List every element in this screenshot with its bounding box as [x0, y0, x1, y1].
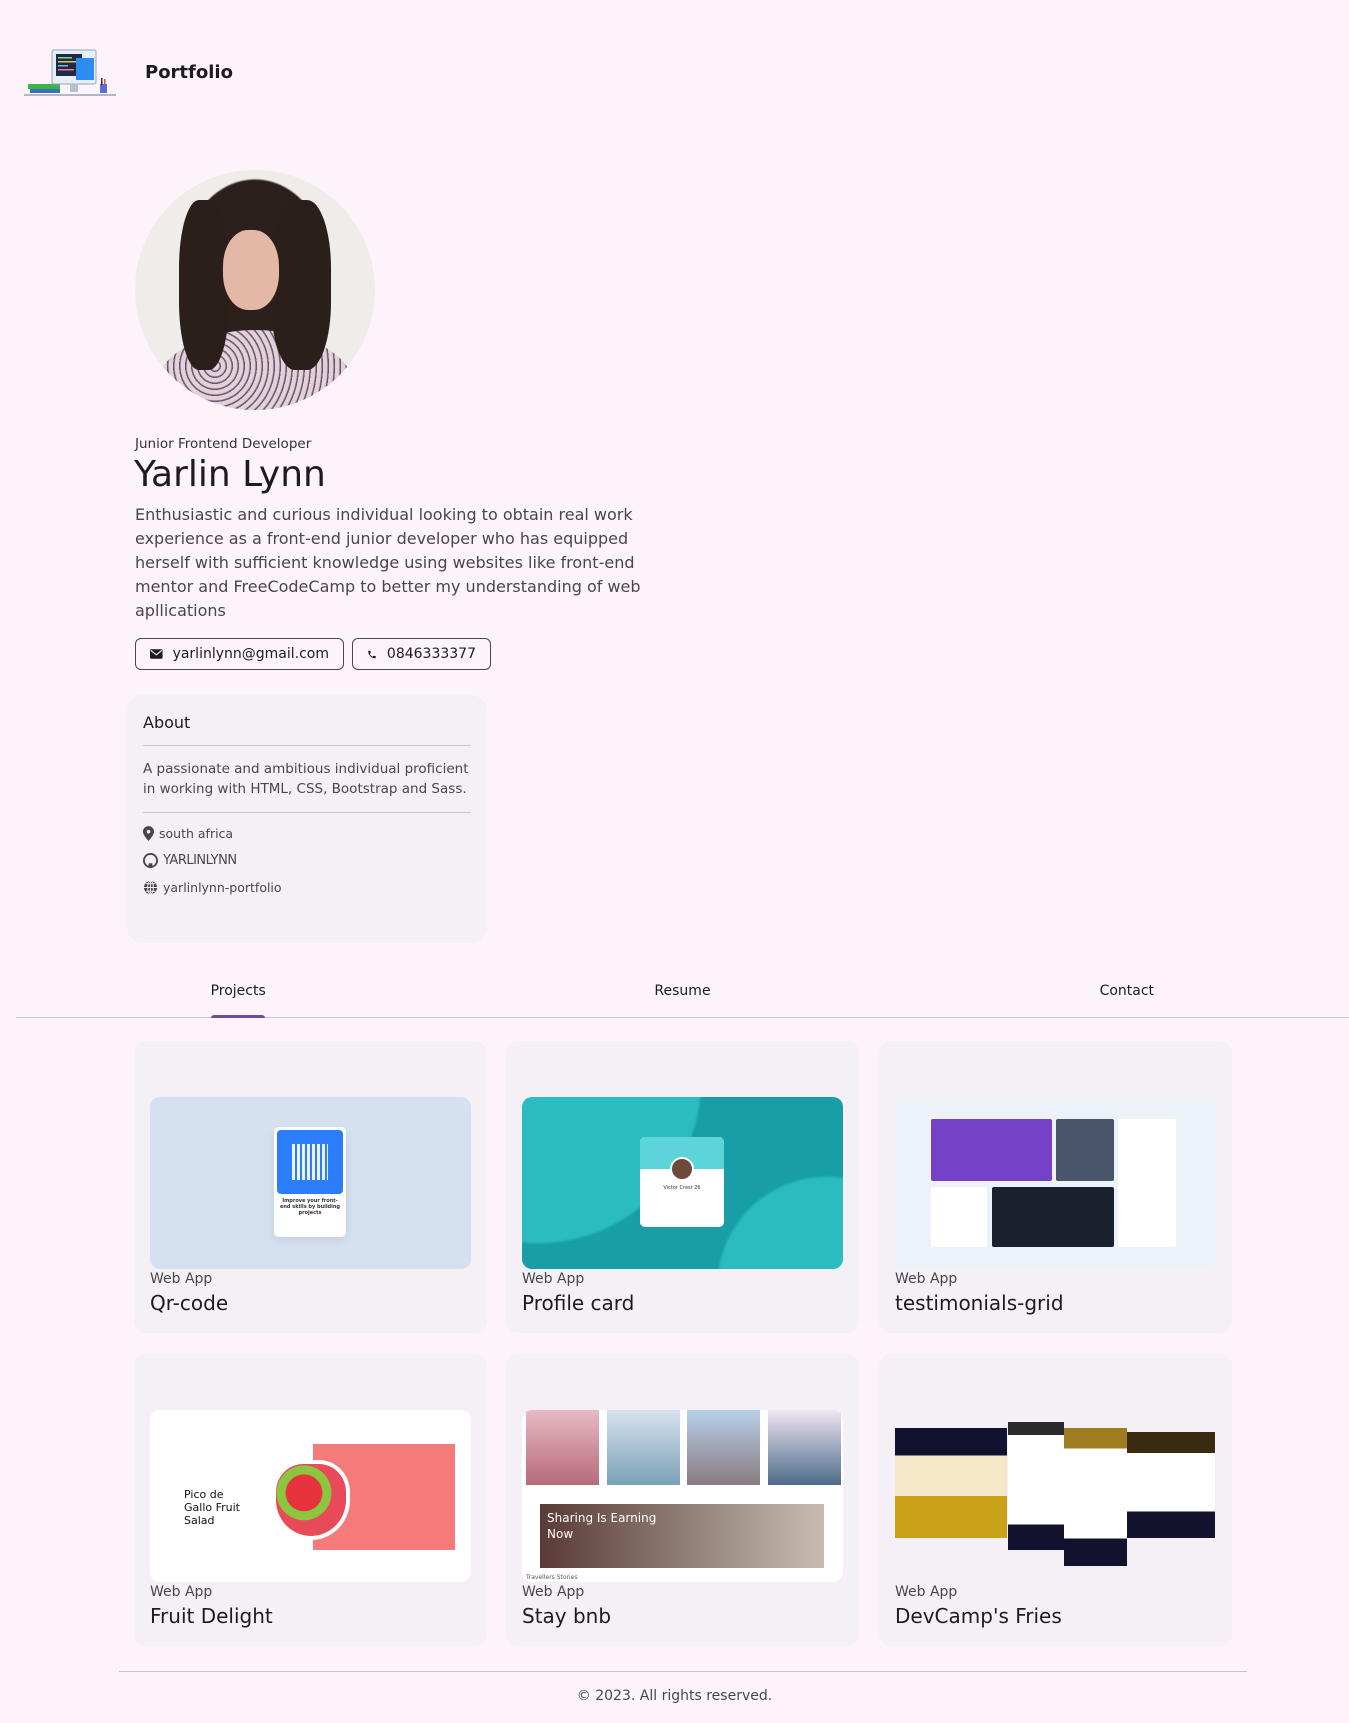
project-title: Profile card: [522, 1291, 635, 1315]
project-title: Fruit Delight: [150, 1604, 273, 1628]
github-link[interactable]: YARLINLYNN: [143, 853, 471, 868]
github-text: YARLINLYNN: [163, 853, 237, 868]
project-card-testimonials-grid[interactable]: Web App testimonials-grid: [879, 1041, 1232, 1333]
tab-resume[interactable]: Resume: [460, 975, 904, 1017]
project-type: Web App: [895, 1271, 958, 1287]
about-card: About A passionate and ambitious individ…: [127, 695, 487, 943]
tab-bar: Projects Resume Contact: [16, 975, 1349, 1018]
logo[interactable]: [24, 46, 116, 98]
project-title: Qr-code: [150, 1291, 229, 1315]
project-type: Web App: [895, 1584, 958, 1600]
location-text: south africa: [159, 826, 234, 841]
project-title: testimonials-grid: [895, 1291, 1064, 1315]
project-type: Web App: [522, 1271, 585, 1287]
project-card-devcamps-fries[interactable]: Web App DevCamp's Fries: [879, 1354, 1232, 1646]
project-thumbnail: [895, 1097, 1216, 1269]
divider: [143, 812, 471, 813]
about-text: A passionate and ambitious individual pr…: [143, 761, 469, 797]
tab-projects[interactable]: Projects: [16, 975, 460, 1017]
profile-name: Yarlin Lynn: [134, 454, 326, 495]
thumb-text: Pico de Gallo Fruit Salad: [184, 1488, 240, 1527]
globe-icon: [143, 880, 158, 895]
brand-title[interactable]: Portfolio: [145, 62, 233, 83]
project-card-stay-bnb[interactable]: Sharing Is Earning Now Travellers Storie…: [506, 1354, 859, 1646]
project-card-profile-card[interactable]: Victor Crest 26 Web App Profile card: [506, 1041, 859, 1333]
github-icon: [143, 853, 158, 868]
project-type: Web App: [522, 1584, 585, 1600]
footer-copyright: © 2023. All rights reserved.: [576, 1688, 773, 1704]
footer-divider: [119, 1671, 1247, 1672]
project-type: Web App: [150, 1271, 213, 1287]
project-thumbnail: Improve your front-end skills by buildin…: [150, 1097, 471, 1269]
project-thumbnail: Pico de Gallo Fruit Salad: [150, 1410, 471, 1582]
project-card-fruit-delight[interactable]: Pico de Gallo Fruit Salad Web App Fruit …: [134, 1354, 487, 1646]
profile-bio: Enthusiastic and curious individual look…: [135, 505, 641, 620]
thumb-caption: Travellers Stories: [526, 1574, 578, 1581]
divider: [143, 745, 471, 746]
phone-text: 0846333377: [386, 646, 476, 662]
tab-contact[interactable]: Contact: [905, 975, 1349, 1017]
project-title: Stay bnb: [522, 1604, 612, 1628]
project-card-qr-code[interactable]: Improve your front-end skills by buildin…: [134, 1041, 487, 1333]
project-type: Web App: [150, 1584, 213, 1600]
email-button[interactable]: yarlinlynn@gmail.com: [135, 638, 344, 670]
thumb-text: Improve your front-end skills by buildin…: [279, 1198, 340, 1216]
thumb-text: Sharing Is Earning Now: [547, 1511, 657, 1541]
website-link[interactable]: yarlinlynn-portfolio: [143, 880, 471, 895]
project-thumbnail: Victor Crest 26: [522, 1097, 843, 1269]
envelope-icon: [150, 649, 163, 659]
map-pin-icon: [143, 826, 154, 841]
project-title: DevCamp's Fries: [895, 1604, 1062, 1628]
project-thumbnail: Sharing Is Earning Now Travellers Storie…: [522, 1410, 843, 1582]
job-title: Junior Frontend Developer: [135, 436, 312, 452]
location-item: south africa: [143, 826, 471, 841]
avatar: [135, 170, 375, 410]
about-title: About: [143, 713, 191, 732]
website-text: yarlinlynn-portfolio: [163, 880, 282, 895]
phone-icon: [368, 650, 376, 658]
project-thumbnail: [895, 1410, 1216, 1582]
phone-button[interactable]: 0846333377: [352, 638, 491, 670]
thumb-text: Victor Crest 26: [663, 1185, 701, 1191]
email-text: yarlinlynn@gmail.com: [172, 646, 329, 662]
